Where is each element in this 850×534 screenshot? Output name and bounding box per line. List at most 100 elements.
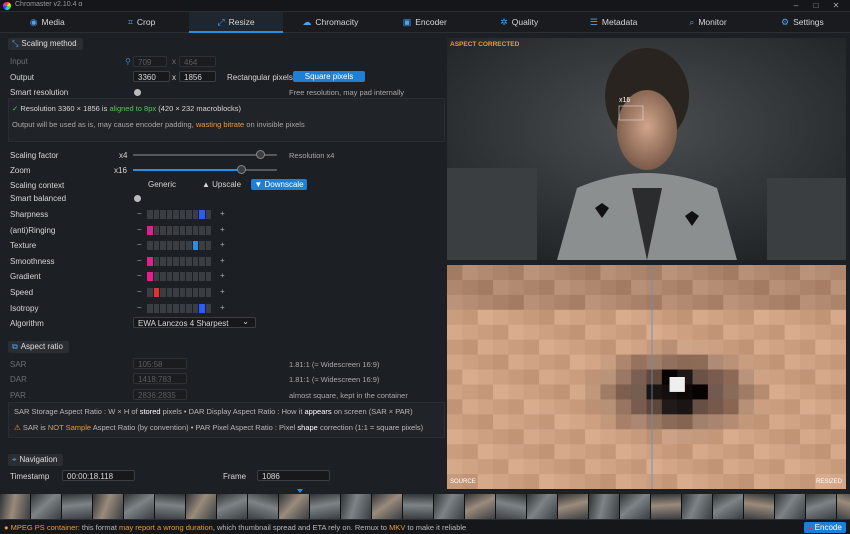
aspect-preview[interactable]: ASPECT CORRECTED x16 <box>447 38 846 260</box>
plus-icon[interactable]: + <box>220 209 225 218</box>
frame-field[interactable]: 1086 <box>257 470 330 481</box>
zoom-preview[interactable]: SOURCE RESIZED <box>447 265 846 489</box>
meter-cell[interactable] <box>186 241 192 251</box>
thumbnail-frame[interactable] <box>713 494 743 519</box>
meter-cell[interactable] <box>205 288 211 297</box>
meter-cell[interactable] <box>205 256 211 266</box>
output-width-field[interactable]: 3360 <box>133 71 170 82</box>
thumbnail-frame[interactable] <box>465 494 495 519</box>
scaling-factor-knob[interactable] <box>255 150 265 159</box>
meter-cell[interactable] <box>192 225 198 235</box>
meter-antiringing[interactable] <box>147 225 211 235</box>
meter-cell[interactable] <box>186 210 192 219</box>
meter-cell[interactable] <box>199 210 205 219</box>
meter-cell[interactable] <box>153 272 159 282</box>
tab-encoder[interactable]: ▣ Encoder <box>378 12 472 33</box>
thumbnail-frame[interactable] <box>558 494 588 519</box>
meter-cell[interactable] <box>160 288 166 297</box>
meter-cell[interactable] <box>160 256 166 266</box>
meter-cell[interactable] <box>186 288 192 297</box>
meter-cell[interactable] <box>179 225 185 235</box>
plus-icon[interactable]: + <box>220 303 225 312</box>
meter-cell[interactable] <box>166 288 172 297</box>
thumbnail-frame[interactable] <box>217 494 247 519</box>
thumbnail-frame[interactable] <box>837 494 850 519</box>
meter-cell[interactable] <box>147 272 153 282</box>
zoom-knob[interactable] <box>237 165 246 174</box>
meter-cell[interactable] <box>199 241 205 251</box>
tab-quality[interactable]: ✲ Quality <box>472 12 566 33</box>
meter-cell[interactable] <box>205 303 211 313</box>
meter-cell[interactable] <box>173 256 179 266</box>
meter-cell[interactable] <box>166 241 172 251</box>
meter-cell[interactable] <box>147 288 153 297</box>
thumbnail-frame[interactable] <box>682 494 712 519</box>
plus-icon[interactable]: + <box>220 225 225 234</box>
tab-monitor[interactable]: ⌕ Monitor <box>661 12 755 33</box>
meter-cell[interactable] <box>166 303 172 313</box>
meter-cell[interactable] <box>199 225 205 235</box>
meter-cell[interactable] <box>205 210 211 219</box>
meter-speed[interactable] <box>147 288 211 297</box>
meter-cell[interactable] <box>147 256 153 266</box>
thumbnail-frame[interactable] <box>0 494 30 519</box>
maximize-icon[interactable]: □ <box>806 0 826 12</box>
plus-icon[interactable]: + <box>220 240 225 249</box>
meter-cell[interactable] <box>179 288 185 297</box>
meter-cell[interactable] <box>153 256 159 266</box>
meter-cell[interactable] <box>186 256 192 266</box>
rectangular-pixels-option[interactable]: Rectangular pixels <box>227 73 293 82</box>
thumbnail-frame[interactable] <box>62 494 92 519</box>
meter-cell[interactable] <box>160 272 166 282</box>
minus-icon[interactable]: − <box>137 287 142 296</box>
meter-cell[interactable] <box>173 210 179 219</box>
meter-gradient[interactable] <box>147 272 211 282</box>
meter-cell[interactable] <box>147 303 153 313</box>
meter-cell[interactable] <box>173 225 179 235</box>
thumbnail-frame[interactable] <box>589 494 619 519</box>
meter-cell[interactable] <box>186 272 192 282</box>
meter-cell[interactable] <box>179 256 185 266</box>
thumbnail-frame[interactable] <box>279 494 309 519</box>
meter-cell[interactable] <box>205 241 211 251</box>
meter-cell[interactable] <box>160 210 166 219</box>
meter-cell[interactable] <box>173 288 179 297</box>
minus-icon[interactable]: − <box>137 256 142 265</box>
context-downscale-option[interactable]: ▼ Downscale <box>251 179 307 190</box>
smart-resolution-toggle[interactable] <box>134 89 141 96</box>
meter-cell[interactable] <box>160 241 166 251</box>
meter-cell[interactable] <box>179 272 185 282</box>
encode-button[interactable]: ● Encode <box>804 522 846 533</box>
thumbnail-frame[interactable] <box>341 494 371 519</box>
meter-cell[interactable] <box>173 241 179 251</box>
meter-cell[interactable] <box>173 303 179 313</box>
meter-cell[interactable] <box>192 241 198 251</box>
meter-cell[interactable] <box>153 210 159 219</box>
meter-cell[interactable] <box>192 272 198 282</box>
meter-cell[interactable] <box>166 210 172 219</box>
algorithm-select[interactable]: EWA Lanczos 4 Sharpest ⌄ <box>133 317 256 328</box>
timestamp-field[interactable]: 00:00:18.118 <box>62 470 135 481</box>
meter-cell[interactable] <box>192 303 198 313</box>
playhead-marker[interactable] <box>297 489 303 493</box>
meter-cell[interactable] <box>160 303 166 313</box>
plus-icon[interactable]: + <box>220 256 225 265</box>
meter-isotropy[interactable] <box>147 303 211 313</box>
thumbnail-frame[interactable] <box>527 494 557 519</box>
meter-cell[interactable] <box>192 256 198 266</box>
square-pixels-button[interactable]: Square pixels <box>293 71 365 82</box>
thumbnail-frame[interactable] <box>434 494 464 519</box>
thumbnail-frame[interactable] <box>403 494 433 519</box>
minimize-icon[interactable]: – <box>786 0 806 12</box>
tab-resize[interactable]: ⤢ Resize <box>188 12 284 33</box>
meter-cell[interactable] <box>205 272 211 282</box>
meter-cell[interactable] <box>153 225 159 235</box>
thumbnail-filmstrip[interactable] <box>0 494 850 519</box>
thumbnail-frame[interactable] <box>620 494 650 519</box>
thumbnail-frame[interactable] <box>186 494 216 519</box>
thumbnail-frame[interactable] <box>124 494 154 519</box>
meter-cell[interactable] <box>186 225 192 235</box>
meter-cell[interactable] <box>205 225 211 235</box>
meter-cell[interactable] <box>153 303 159 313</box>
thumbnail-frame[interactable] <box>372 494 402 519</box>
